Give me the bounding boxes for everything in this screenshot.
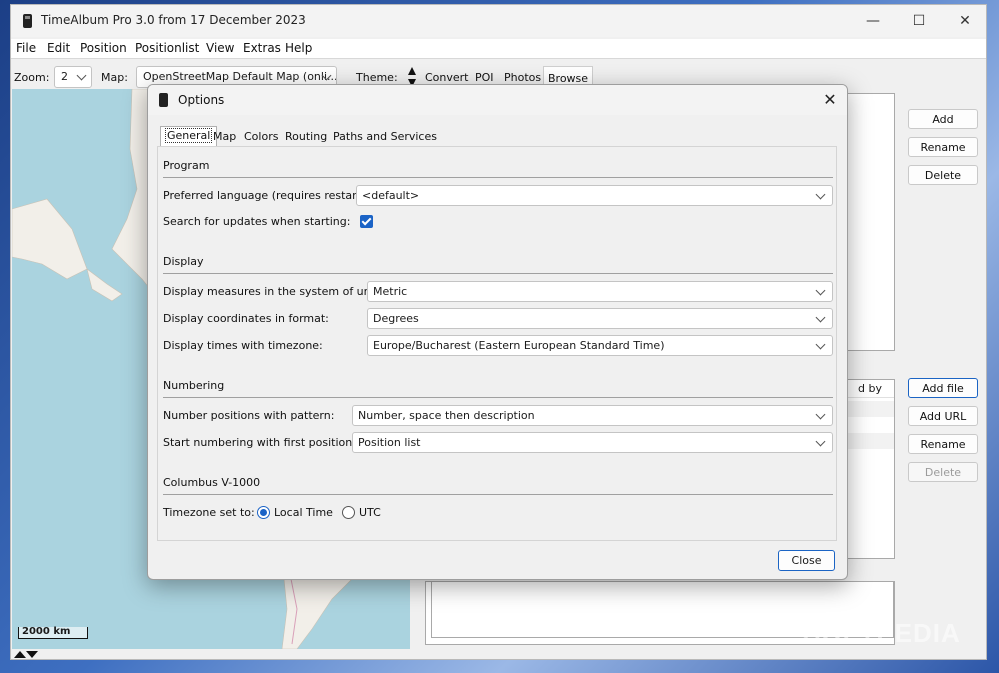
section-columbus: Columbus V-1000 <box>163 476 261 489</box>
rename-button[interactable]: Rename <box>908 137 978 157</box>
menu-position[interactable]: Position <box>80 41 127 55</box>
coords-value: Degrees <box>373 312 419 325</box>
dialog-title: Options <box>178 93 225 107</box>
close-icon[interactable]: ✕ <box>819 89 841 111</box>
section-divider <box>163 397 833 398</box>
language-label: Preferred language (requires restart): <box>163 189 369 202</box>
start-value: Position list <box>358 436 421 449</box>
language-select[interactable]: <default> <box>356 185 833 206</box>
menu-file[interactable]: File <box>16 41 36 55</box>
section-divider <box>163 273 833 274</box>
zoom-select[interactable]: 2 <box>54 66 92 88</box>
section-display: Display <box>163 255 204 268</box>
theme-label: Theme: <box>356 71 398 84</box>
pattern-label: Number positions with pattern: <box>163 409 335 422</box>
dialog-app-icon <box>159 93 168 107</box>
menu-positionlist[interactable]: Positionlist <box>135 41 199 55</box>
radio-utc-label[interactable]: UTC <box>359 506 381 519</box>
zoom-label: Zoom: <box>14 71 50 84</box>
updates-label: Search for updates when starting: <box>163 215 351 228</box>
arrow-up-icon[interactable] <box>408 67 416 75</box>
menu-extras[interactable]: Extras <box>243 41 281 55</box>
tab-general-label: General <box>165 128 213 143</box>
chevron-down-icon <box>815 339 826 350</box>
delete-button[interactable]: Delete <box>908 165 978 185</box>
section-program: Program <box>163 159 210 172</box>
chevron-down-icon <box>815 312 826 323</box>
radio-local-time-label[interactable]: Local Time <box>274 506 333 519</box>
menu-view[interactable]: View <box>206 41 234 55</box>
delete-file-button[interactable]: Delete <box>908 462 978 482</box>
pattern-value: Number, space then description <box>358 409 535 422</box>
units-value: Metric <box>373 285 408 298</box>
chevron-down-icon <box>815 436 826 447</box>
start-label: Start numbering with first position of: <box>163 436 370 449</box>
map-expand-arrows-icon[interactable] <box>13 650 39 658</box>
updates-checkbox[interactable] <box>360 215 373 228</box>
timezone-select[interactable]: Europe/Bucharest (Eastern European Stand… <box>367 335 833 356</box>
language-value: <default> <box>362 189 420 202</box>
chevron-down-icon <box>815 189 826 200</box>
tab-paths-and-services[interactable]: Paths and Services <box>329 128 441 147</box>
map-value: OpenStreetMap Default Map (onli... <box>143 70 337 83</box>
menu-bar: File Edit Position Positionlist View Ext… <box>11 39 986 59</box>
units-select[interactable]: Metric <box>367 281 833 302</box>
map-scale-bar: 2000 km <box>18 627 88 639</box>
start-select[interactable]: Position list <box>352 432 833 453</box>
general-tab-content: Program Preferred language (requires res… <box>157 146 837 541</box>
tab-routing[interactable]: Routing <box>281 128 331 147</box>
close-button[interactable]: Close <box>778 550 835 571</box>
chevron-down-icon <box>815 285 826 296</box>
files-column-header[interactable]: d by <box>858 382 882 395</box>
app-icon <box>23 14 32 28</box>
minimize-button[interactable]: — <box>850 5 896 37</box>
add-button[interactable]: Add <box>908 109 978 129</box>
chevron-down-icon <box>815 409 826 420</box>
chevron-down-icon <box>76 70 87 81</box>
tz-set-label: Timezone set to: <box>163 506 255 519</box>
title-bar[interactable]: TimeAlbum Pro 3.0 from 17 December 2023 … <box>11 5 986 37</box>
section-divider <box>163 494 833 495</box>
tab-map[interactable]: Map <box>209 128 240 147</box>
add-url-button[interactable]: Add URL <box>908 406 978 426</box>
menu-edit[interactable]: Edit <box>47 41 70 55</box>
map-label: Map: <box>101 71 128 84</box>
coords-label: Display coordinates in format: <box>163 312 329 325</box>
add-file-button[interactable]: Add file <box>908 378 978 398</box>
options-dialog: Options ✕ General Map Colors Routing Pat… <box>147 84 848 580</box>
window-title: TimeAlbum Pro 3.0 from 17 December 2023 <box>41 13 306 27</box>
timezone-value: Europe/Bucharest (Eastern European Stand… <box>373 339 665 352</box>
timezone-label: Display times with timezone: <box>163 339 323 352</box>
watermark-logo: SOFTPEDIA <box>803 618 961 648</box>
section-numbering: Numbering <box>163 379 225 392</box>
dialog-title-bar[interactable]: Options ✕ <box>148 85 847 115</box>
rename-file-button[interactable]: Rename <box>908 434 978 454</box>
close-window-button[interactable]: ✕ <box>942 5 988 37</box>
units-label: Display measures in the system of units: <box>163 285 388 298</box>
maximize-button[interactable]: ☐ <box>896 5 942 37</box>
radio-utc[interactable] <box>342 506 355 519</box>
section-divider <box>163 177 833 178</box>
tab-colors[interactable]: Colors <box>240 128 282 147</box>
radio-local-time[interactable] <box>257 506 270 519</box>
zoom-value: 2 <box>61 70 68 83</box>
pattern-select[interactable]: Number, space then description <box>352 405 833 426</box>
menu-help[interactable]: Help <box>285 41 312 55</box>
coords-select[interactable]: Degrees <box>367 308 833 329</box>
